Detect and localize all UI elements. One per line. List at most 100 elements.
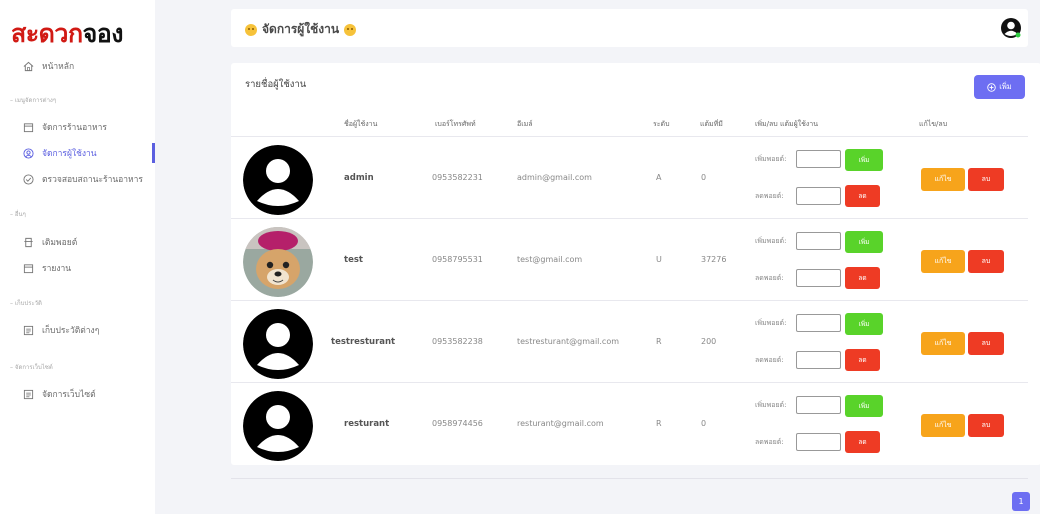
cell-points: 0 (701, 419, 707, 428)
sidebar-item-topup[interactable]: เติมพอยต์ (0, 232, 155, 252)
cell-username: test (344, 255, 363, 265)
sub-point-button[interactable]: ลด (845, 431, 880, 453)
cell-username: resturant (344, 419, 390, 429)
add-point-button[interactable]: เพิ่ม (845, 149, 883, 171)
default-avatar-icon (243, 391, 313, 461)
edit-user-button[interactable]: แก้ไข (921, 414, 965, 437)
plus-circle-icon (987, 82, 996, 92)
sub-point-label: ลดพอยต์: (755, 356, 784, 364)
default-avatar-icon (243, 309, 313, 379)
add-point-button[interactable]: เพิ่ม (845, 313, 883, 335)
add-point-label: เพิ่มพอยต์: (755, 401, 787, 409)
sidebar-section-website: – จัดการเว็บไซต์ (10, 364, 53, 371)
cell-points: 200 (701, 337, 717, 346)
list-icon (22, 324, 34, 336)
cell-username: admin (344, 173, 374, 183)
sidebar-section-manage: – เมนูจัดการต่างๆ (10, 97, 57, 104)
column-header-username: ชื่อผู้ใช้งาน (344, 120, 378, 128)
calendar-icon (22, 121, 34, 133)
list-icon (22, 388, 34, 400)
sub-point-button[interactable]: ลด (845, 185, 880, 207)
page-title-text: จัดการผู้ใช้งาน (262, 22, 340, 36)
cell-phone: 0958974456 (432, 419, 483, 428)
add-point-input[interactable] (796, 396, 841, 414)
add-point-label: เพิ่มพอยต์: (755, 155, 787, 163)
sub-point-input[interactable] (796, 433, 841, 451)
sidebar-item-manage-restaurants[interactable]: จัดการร้านอาหาร (0, 117, 155, 137)
add-point-button[interactable]: เพิ่ม (845, 231, 883, 253)
avatar (243, 309, 313, 379)
add-point-input[interactable] (796, 314, 841, 332)
sidebar-item-label: จัดการเว็บไซต์ (42, 390, 96, 400)
pagination-page-1[interactable]: 1 (1012, 492, 1030, 511)
divider (231, 478, 1028, 479)
add-point-input[interactable] (796, 150, 841, 168)
sub-point-label: ลดพอยต์: (755, 274, 784, 282)
user-circle-icon (22, 147, 34, 159)
avatar (243, 227, 313, 297)
delete-user-button[interactable]: ลบ (968, 250, 1004, 273)
sub-point-label: ลดพอยต์: (755, 192, 784, 200)
sidebar-item-check-status[interactable]: ตรวจสอบสถานะร้านอาหาร (0, 169, 155, 189)
edit-user-button[interactable]: แก้ไข (921, 332, 965, 355)
sidebar-item-label: รายงาน (42, 264, 72, 274)
check-circle-icon (22, 173, 34, 185)
sub-point-input[interactable] (796, 187, 841, 205)
delete-user-button[interactable]: ลบ (968, 168, 1004, 191)
avatar (243, 145, 313, 215)
sub-point-button[interactable]: ลด (845, 267, 880, 289)
sidebar-item-history[interactable]: เก็บประวัติต่างๆ (0, 320, 155, 340)
delete-user-button[interactable]: ลบ (968, 332, 1004, 355)
cell-email: resturant@gmail.com (517, 419, 604, 428)
add-point-input[interactable] (796, 232, 841, 250)
sidebar-item-manage-users[interactable]: จัดการผู้ใช้งาน (0, 143, 155, 163)
cell-phone: 0953582231 (432, 173, 483, 182)
cell-phone: 0958795531 (432, 255, 483, 264)
sub-point-input[interactable] (796, 269, 841, 287)
emoji-icon (344, 23, 357, 36)
sub-point-button[interactable]: ลด (845, 349, 880, 371)
sidebar-item-label: จัดการร้านอาหาร (42, 123, 107, 133)
delete-user-button[interactable]: ลบ (968, 414, 1004, 437)
sidebar-item-manage-website[interactable]: จัดการเว็บไซต์ (0, 384, 155, 404)
column-header-level: ระดับ (653, 120, 670, 128)
sidebar-section-history: – เก็บประวัติ (10, 300, 42, 307)
user-list-card: รายชื่อผู้ใช้งาน เพิ่ม ชื่อผู้ใช้งาน เบอ… (231, 63, 1040, 465)
card-title: รายชื่อผู้ใช้งาน (245, 79, 307, 90)
emoji-icon (245, 23, 257, 36)
add-user-button[interactable]: เพิ่ม (974, 75, 1025, 99)
table-row: admin 0953582231 admin@gmail.com A 0 เพิ… (231, 136, 1028, 218)
sidebar-item-report[interactable]: รายงาน (0, 258, 155, 278)
sub-point-input[interactable] (796, 351, 841, 369)
edit-user-button[interactable]: แก้ไข (921, 168, 965, 191)
sidebar-item-label: เก็บประวัติต่างๆ (42, 326, 100, 336)
table-row: testresturant 0953582238 testresturant@g… (231, 300, 1028, 382)
edit-user-button[interactable]: แก้ไข (921, 250, 965, 273)
sidebar: สะดวกจอง หน้าหลัก – เมนูจัดการต่างๆ จัดก… (0, 0, 155, 514)
sidebar-item-label: จัดการผู้ใช้งาน (42, 149, 97, 159)
receipt-icon (22, 236, 34, 248)
table-row: resturant 0958974456 resturant@gmail.com… (231, 382, 1028, 464)
add-point-label: เพิ่มพอยต์: (755, 319, 787, 327)
cell-email: test@gmail.com (517, 255, 583, 264)
sidebar-item-home[interactable]: หน้าหลัก (0, 56, 155, 76)
column-header-edit-delete: แก้ไข/ลบ (919, 120, 948, 128)
sidebar-item-label: ตรวจสอบสถานะร้านอาหาร (42, 175, 143, 185)
brand-logo[interactable]: สะดวกจอง (11, 14, 123, 54)
calendar-icon (22, 262, 34, 274)
cell-phone: 0953582238 (432, 337, 483, 346)
table-row: test 0958795531 test@gmail.com U 37276 เ… (231, 218, 1028, 300)
page-header: จัดการผู้ใช้งาน (231, 9, 1028, 47)
cell-level: U (656, 255, 662, 264)
add-user-label: เพิ่ม (999, 82, 1012, 91)
column-header-point-action: เพิ่ม/ลบ แต้มผู้ใช้งาน (755, 120, 819, 128)
column-header-email: อีเมล์ (517, 120, 533, 128)
sub-point-label: ลดพอยต์: (755, 438, 784, 446)
column-header-phone: เบอร์โทรศัพท์ (435, 120, 476, 128)
user-avatar-icon[interactable] (1000, 17, 1022, 39)
add-point-button[interactable]: เพิ่ม (845, 395, 883, 417)
photo-avatar-icon (243, 227, 313, 297)
cell-email: admin@gmail.com (517, 173, 592, 182)
brand-logo-part1: สะดวก (11, 19, 83, 48)
cell-level: R (656, 419, 662, 428)
